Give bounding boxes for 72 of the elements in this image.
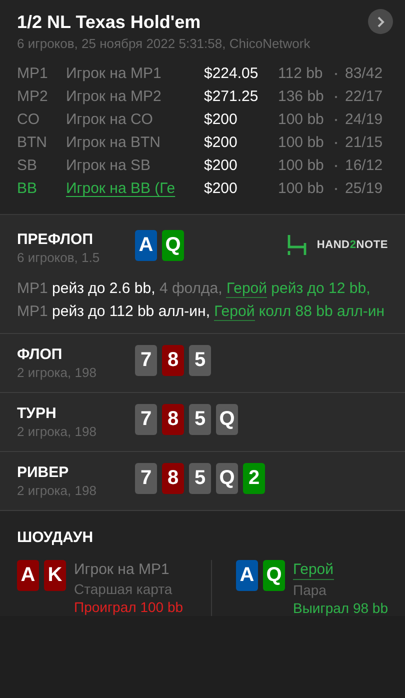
- playing-card: 8: [162, 345, 184, 376]
- player-stats: 16/12: [345, 157, 383, 174]
- playing-card: A: [236, 560, 258, 591]
- action-text: MP1 рейз до 2.6 bb, 4 фолда, Герой рейз до 12 bb, MP1 рейз до 112 bb алл-ин, Герой колл 88 bb алл-ин: [17, 279, 386, 323]
- playing-card: 8: [162, 463, 184, 494]
- seat-position: SB: [17, 157, 38, 174]
- seat-position: CO: [17, 111, 40, 128]
- stack-bb: 100 bb: [278, 134, 325, 151]
- hand-title: 1/2 NL Texas Hold'em: [17, 12, 202, 33]
- street-info: 2 игрока, 198: [17, 424, 98, 439]
- stack-amount: $200: [204, 111, 238, 128]
- street-info: 6 игроков, 1.5: [17, 250, 101, 265]
- playing-card: Q: [162, 230, 184, 261]
- player-name: Игрок на MP1: [74, 560, 170, 579]
- player-stats: 22/17: [345, 88, 383, 105]
- playing-card: A: [135, 230, 157, 261]
- playing-card: 8: [162, 404, 184, 435]
- player-link[interactable]: Герой: [293, 560, 334, 580]
- hand-combination: Пара: [293, 582, 326, 598]
- player-stats: 24/19: [345, 111, 383, 128]
- stack-amount: $200: [204, 180, 238, 197]
- logo-icon: [286, 234, 307, 256]
- stack-bb: 112 bb: [278, 65, 324, 82]
- seat-position: MP1: [17, 65, 49, 82]
- playing-card: 2: [243, 463, 265, 494]
- player-link[interactable]: Герой: [214, 303, 255, 321]
- playing-card: 7: [135, 345, 157, 376]
- stack-amount: $271.25: [204, 88, 260, 105]
- playing-card: 5: [189, 404, 211, 435]
- playing-card: 7: [135, 404, 157, 435]
- street-title: ПРЕФЛОП: [17, 231, 94, 248]
- showdown-title: ШОУДАУН: [17, 529, 94, 546]
- player-name: Игрок на MP1: [66, 65, 162, 82]
- hand-info: 6 игроков, 25 ноября 2022 5:31:58, ChicoNetwork: [17, 36, 310, 51]
- stack-bb: 100 bb: [278, 157, 325, 174]
- stack-bb: 136 bb: [278, 88, 325, 105]
- stack-bb: 100 bb: [278, 111, 325, 128]
- playing-card: K: [44, 560, 66, 591]
- hand-result: Выиграл 98 bb: [293, 600, 388, 616]
- player-stats: 83/42: [345, 65, 383, 82]
- player-stats: 21/15: [345, 134, 383, 151]
- playing-card: Q: [263, 560, 285, 591]
- seat-position: MP2: [17, 88, 49, 105]
- playing-card: A: [17, 560, 39, 591]
- street-title: РИВЕР: [17, 464, 70, 481]
- playing-card: Q: [216, 404, 238, 435]
- stack-amount: $200: [204, 157, 238, 174]
- next-button[interactable]: [368, 9, 393, 34]
- stack-amount: $224.05: [204, 65, 260, 82]
- stack-amount: $200: [204, 134, 238, 151]
- player-name: Игрок на CO: [66, 111, 154, 128]
- seat-position: BB: [17, 180, 38, 197]
- player-link[interactable]: Герой: [226, 280, 268, 298]
- street-info: 2 игрока, 198: [17, 365, 98, 380]
- player-stats: 25/19: [345, 180, 383, 197]
- seat-position: BTN: [17, 134, 48, 151]
- playing-card: 5: [189, 345, 211, 376]
- stack-bb: 100 bb: [278, 180, 325, 197]
- street-title: ТУРН: [17, 405, 58, 422]
- playing-card: 5: [189, 463, 211, 494]
- hand-combination: Старшая карта: [74, 581, 172, 597]
- logo-text: HAND2NOTE: [316, 239, 388, 251]
- playing-card: Q: [216, 463, 238, 494]
- hand-result: Проиграл 100 bb: [74, 599, 184, 615]
- player-name: Игрок на BTN: [66, 134, 162, 151]
- player-name: Игрок на MP2: [66, 88, 162, 105]
- street-title: ФЛОП: [17, 346, 64, 363]
- player-link[interactable]: Игрок на BB (Ге: [66, 180, 183, 197]
- street-info: 2 игрока, 198: [17, 483, 98, 498]
- player-name: Игрок на SB: [66, 157, 152, 174]
- chevron-right-icon: [376, 16, 384, 28]
- playing-card: 7: [135, 463, 157, 494]
